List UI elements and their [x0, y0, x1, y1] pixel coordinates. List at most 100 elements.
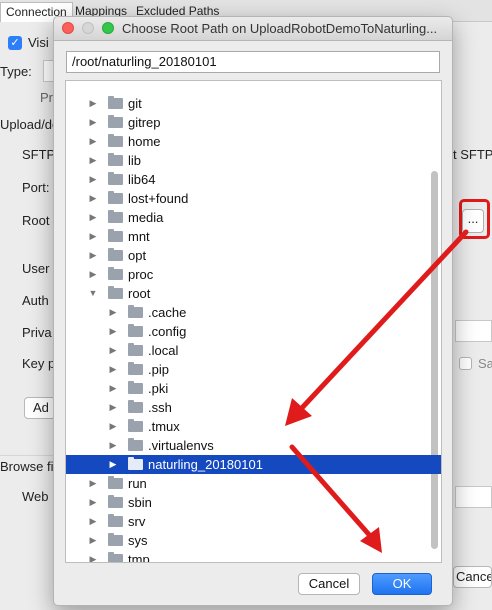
tree-row[interactable]: ▶ .config	[66, 322, 441, 341]
tree-item-label: .cache	[148, 305, 187, 320]
cancel-button[interactable]: Cancel	[298, 573, 360, 595]
folder-icon	[108, 191, 123, 204]
tree-row[interactable]: ▶ srv	[66, 512, 441, 531]
tree-row[interactable]: ▶ .virtualenvs	[66, 436, 441, 455]
annotation-highlight-box	[459, 199, 490, 239]
tree-row[interactable]: ▶ opt	[66, 246, 441, 265]
chevron-right-icon[interactable]: ▶	[88, 227, 98, 246]
chevron-right-icon[interactable]: ▶	[88, 132, 98, 151]
tree-row[interactable]: ▶ lib64	[66, 170, 441, 189]
chevron-right-icon[interactable]: ▶	[88, 113, 98, 132]
chevron-right-icon[interactable]: ▶	[88, 265, 98, 284]
settings-cancel-button[interactable]: Cance	[453, 566, 492, 588]
tree-row[interactable]: ▶ tmp	[66, 550, 441, 562]
tree-row[interactable]: ▶ media	[66, 208, 441, 227]
add-button[interactable]: Ad	[24, 397, 56, 419]
tree-item-label: naturling_20180101	[148, 457, 263, 472]
tree-item-label: lib	[128, 153, 142, 168]
private-key-field[interactable]	[455, 320, 492, 342]
folder-icon	[128, 457, 143, 470]
folder-icon	[108, 153, 123, 166]
chevron-right-icon[interactable]: ▶	[88, 246, 98, 265]
zoom-window-button[interactable]	[102, 22, 114, 34]
visible-label: Visi	[28, 35, 49, 50]
tree-row[interactable]: ▶ lib	[66, 151, 441, 170]
chevron-right-icon[interactable]: ▶	[88, 208, 98, 227]
folder-icon	[128, 400, 143, 413]
tree-row[interactable]: ▶ .tmux	[66, 417, 441, 436]
tree-item-label: sbin	[128, 495, 152, 510]
tree-item-label: srv	[128, 514, 146, 529]
tree-item-label: mnt	[128, 229, 150, 244]
folder-icon	[128, 324, 143, 337]
tree-item-label: .virtualenvs	[148, 438, 214, 453]
chevron-down-icon[interactable]: ▼	[88, 284, 98, 303]
user-label: User	[22, 261, 50, 276]
close-window-button[interactable]	[62, 22, 74, 34]
tree-row[interactable]: ▼ root	[66, 284, 441, 303]
folder-icon	[108, 286, 123, 299]
chevron-right-icon[interactable]: ▶	[108, 455, 118, 474]
tree-row[interactable]: ▶ .local	[66, 341, 441, 360]
tree-row[interactable]: ▶ sbin	[66, 493, 441, 512]
tree-row[interactable]: ▶ .pip	[66, 360, 441, 379]
tree-item-label: git	[128, 96, 142, 111]
choose-root-path-dialog: Choose Root Path on UploadRobotDemoToNat…	[53, 16, 453, 606]
key-passphrase-label: Key p	[22, 356, 56, 371]
ok-button[interactable]: OK	[372, 573, 432, 595]
folder-icon	[108, 248, 123, 261]
tree-item-label: lost+found	[128, 191, 189, 206]
tree-row[interactable]: ▶ naturling_20180101	[66, 455, 441, 474]
tree-row[interactable]: ▶ mnt	[66, 227, 441, 246]
tree-row[interactable]: ▶ run	[66, 474, 441, 493]
root-label: Root	[22, 213, 50, 228]
folder-icon	[108, 476, 123, 489]
chevron-right-icon[interactable]: ▶	[88, 550, 98, 562]
chevron-right-icon[interactable]: ▶	[88, 474, 98, 493]
tree-row[interactable]: ▶ lost+found	[66, 189, 441, 208]
tree-item-label: run	[128, 476, 147, 491]
dialog-title: Choose Root Path on UploadRobotDemoToNat…	[122, 21, 438, 36]
chevron-right-icon[interactable]: ▶	[108, 436, 118, 455]
chevron-right-icon[interactable]: ▶	[88, 512, 98, 531]
web-server-field[interactable]	[455, 486, 492, 508]
save-passphrase-checkbox[interactable]	[459, 357, 472, 370]
chevron-right-icon[interactable]: ▶	[88, 170, 98, 189]
chevron-right-icon[interactable]: ▶	[108, 341, 118, 360]
tree-item-label: .pki	[148, 381, 169, 396]
folder-icon	[128, 343, 143, 356]
tree-row[interactable]: ▶ home	[66, 132, 441, 151]
tree-row[interactable]: ▶ .cache	[66, 303, 441, 322]
chevron-right-icon[interactable]: ▶	[108, 417, 118, 436]
path-input[interactable]: /root/naturling_20180101	[66, 51, 440, 73]
folder-icon	[108, 96, 123, 109]
folder-icon	[108, 134, 123, 147]
tree-item-label: root	[128, 286, 151, 301]
chevron-right-icon[interactable]: ▶	[108, 303, 118, 322]
chevron-right-icon[interactable]: ▶	[88, 189, 98, 208]
type-label: Type:	[0, 64, 32, 79]
tree-row[interactable]: ▶ proc	[66, 265, 441, 284]
tree-row[interactable]: ▶ gitrep	[66, 113, 441, 132]
chevron-right-icon[interactable]: ▶	[88, 94, 98, 113]
chevron-right-icon[interactable]: ▶	[108, 379, 118, 398]
chevron-right-icon[interactable]: ▶	[88, 151, 98, 170]
folder-icon	[108, 533, 123, 546]
chevron-right-icon[interactable]: ▶	[88, 531, 98, 550]
tree-item-label: .ssh	[148, 400, 172, 415]
tree-row[interactable]: ▶ git	[66, 94, 441, 113]
chevron-right-icon[interactable]: ▶	[108, 360, 118, 379]
tree-item-label: home	[128, 134, 161, 149]
chevron-right-icon[interactable]: ▶	[108, 322, 118, 341]
minimize-window-button[interactable]	[82, 22, 94, 34]
visible-checkbox[interactable]: ✓	[8, 36, 22, 50]
tree-row[interactable]: ▶ sys	[66, 531, 441, 550]
directory-tree[interactable]: ▶ git ▶ gitrep ▶ home ▶ lib ▶ lib64 ▶ lost+found ▶ me…	[65, 80, 442, 563]
chevron-right-icon[interactable]: ▶	[108, 398, 118, 417]
sftp-label: SFTP	[22, 147, 56, 162]
auth-label: Auth	[22, 293, 49, 308]
tree-row[interactable]: ▶ .pki	[66, 379, 441, 398]
tree-item-label: .local	[148, 343, 179, 358]
tree-row[interactable]: ▶ .ssh	[66, 398, 441, 417]
chevron-right-icon[interactable]: ▶	[88, 493, 98, 512]
